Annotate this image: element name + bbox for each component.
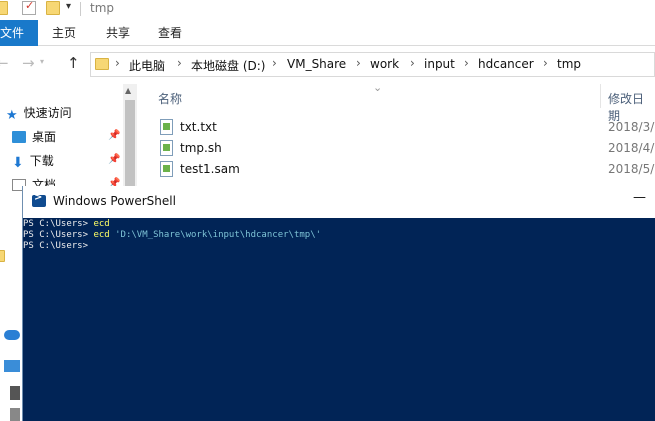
address-row: ← → ▾ ↑ › 此电脑 › 本地磁盘 (D:) › VM_Share › w…	[0, 48, 655, 82]
breadcrumb-vm-share[interactable]: VM_Share	[287, 57, 346, 71]
file-name: test1.sam	[180, 162, 240, 176]
console-prompt: PS C:\Users>	[23, 241, 89, 251]
scrollbar-thumb[interactable]	[125, 100, 135, 200]
file-date: 2018/5/2	[608, 162, 655, 176]
pin-icon[interactable]: 📌	[108, 154, 120, 165]
sidebar-item-quick-access[interactable]: ★ 快速访问	[6, 104, 72, 123]
recent-locations-icon[interactable]: ▾	[40, 57, 44, 66]
properties-icon[interactable]	[22, 0, 36, 15]
sidebar-item-label: 桌面	[32, 130, 57, 144]
folder-icon	[0, 250, 5, 262]
drive-icon	[10, 408, 20, 421]
tab-home[interactable]: 主页	[48, 20, 80, 46]
powershell-window[interactable]: > Windows PowerShell — PS C:\Users> ecd …	[22, 186, 655, 421]
scroll-up-icon[interactable]: ▲	[125, 86, 131, 95]
window-title: Windows PowerShell	[53, 194, 176, 208]
drive-icon	[10, 386, 20, 400]
sidebar-item-label: 下载	[29, 154, 54, 168]
breadcrumb-this-pc[interactable]: 此电脑	[129, 57, 165, 74]
desktop-icon	[12, 131, 26, 143]
console-line: PS C:\Users> ecd 'D:\VM_Share\work\input…	[23, 230, 655, 241]
file-icon	[160, 161, 173, 177]
file-date: 2018/3/2	[608, 120, 655, 134]
console-line: PS C:\Users> ecd	[23, 219, 655, 230]
file-name: txt.txt	[180, 120, 217, 134]
script-file-icon	[160, 140, 173, 156]
pin-icon[interactable]: 📌	[108, 130, 120, 141]
console-prompt: PS C:\Users>	[23, 230, 94, 240]
tab-view[interactable]: 查看	[154, 20, 186, 46]
folder-icon	[0, 1, 8, 15]
table-row[interactable]: test1.sam 2018/5/2	[140, 159, 655, 180]
new-folder-icon[interactable]	[46, 1, 60, 15]
title-bar: ▾ tmp	[0, 0, 655, 20]
folder-icon	[95, 58, 109, 70]
star-icon: ★	[6, 108, 18, 123]
sidebar-item-desktop[interactable]: 桌面	[12, 128, 56, 145]
breadcrumb-drive-d[interactable]: 本地磁盘 (D:)	[191, 57, 265, 74]
cloud-icon	[4, 330, 20, 340]
breadcrumb-input[interactable]: input	[424, 57, 455, 71]
sidebar-item-downloads[interactable]: ⬇ 下载	[12, 152, 54, 171]
divider	[80, 2, 81, 16]
tab-file[interactable]: 文件	[0, 20, 38, 46]
console-argument: 'D:\VM_Share\work\input\hdcancer\tmp\'	[109, 230, 322, 240]
address-bar[interactable]: › 此电脑 › 本地磁盘 (D:) › VM_Share › work › in…	[90, 52, 655, 77]
breadcrumb-work[interactable]: work	[370, 57, 399, 71]
window-title: tmp	[90, 1, 115, 15]
breadcrumb-tmp[interactable]: tmp	[557, 57, 581, 71]
up-arrow-icon[interactable]: ↑	[67, 54, 80, 72]
computer-icon	[4, 360, 20, 372]
minimize-button[interactable]: —	[633, 190, 646, 205]
table-row[interactable]: tmp.sh 2018/4/2	[140, 138, 655, 159]
sidebar-item-label: 快速访问	[23, 106, 72, 120]
powershell-icon: >	[32, 192, 46, 207]
powershell-title-bar[interactable]: > Windows PowerShell —	[23, 186, 655, 218]
tab-share[interactable]: 共享	[102, 20, 134, 46]
ribbon: 文件 主页 共享 查看	[0, 20, 655, 46]
console-command: ecd	[93, 219, 110, 229]
sort-chevron-icon: ⌄	[373, 81, 383, 94]
console-line: PS C:\Users>	[23, 241, 655, 252]
forward-arrow-icon[interactable]: →	[22, 54, 35, 72]
file-date: 2018/4/2	[608, 141, 655, 155]
console-command: ecd	[93, 230, 110, 240]
column-header-name[interactable]: 名称	[158, 90, 182, 107]
text-file-icon	[160, 119, 173, 135]
file-name: tmp.sh	[180, 141, 222, 155]
back-arrow-icon[interactable]: ←	[0, 54, 9, 72]
console-output[interactable]: PS C:\Users> ecd PS C:\Users> ecd 'D:\VM…	[23, 218, 655, 421]
table-row[interactable]: txt.txt 2018/3/2	[140, 117, 655, 138]
download-icon: ⬇	[12, 155, 24, 171]
divider[interactable]	[600, 84, 601, 108]
console-prompt: PS C:\Users>	[23, 219, 94, 229]
customize-toolbar-icon[interactable]: ▾	[66, 1, 71, 12]
breadcrumb-hdcancer[interactable]: hdcancer	[478, 57, 534, 71]
